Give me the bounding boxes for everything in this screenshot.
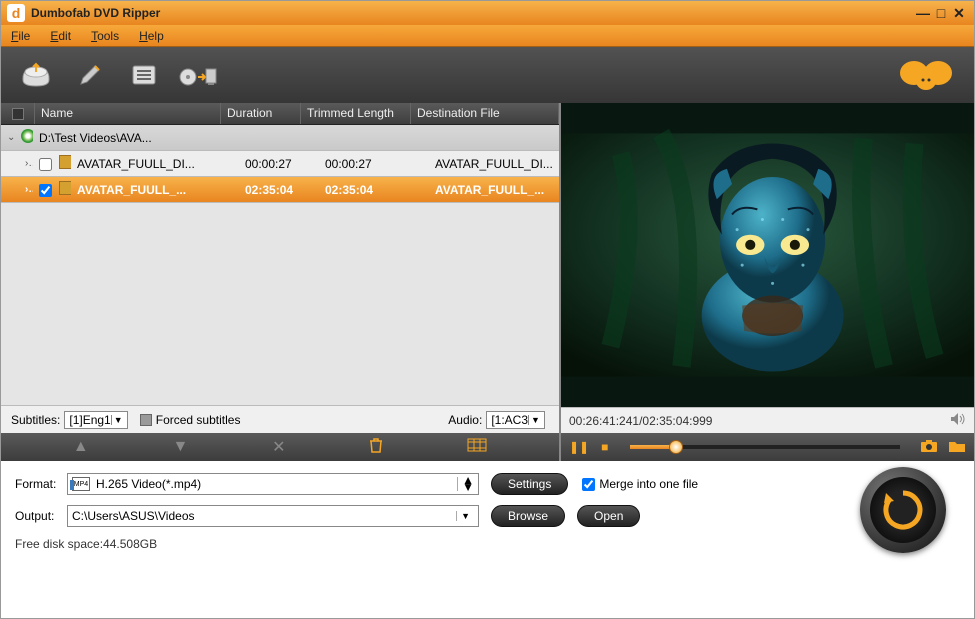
row-name: AVATAR_FUULL_... xyxy=(71,183,239,197)
format-value: H.265 Video(*.mp4) xyxy=(96,477,201,491)
format-dropdown[interactable]: MP4 H.265 Video(*.mp4) ▲▼ xyxy=(67,473,479,495)
format-label: Format: xyxy=(15,477,67,491)
preview-time-text: 00:26:41:241/02:35:04:999 xyxy=(569,414,712,428)
forced-subtitles-toggle[interactable]: Forced subtitles xyxy=(140,413,241,427)
subtitles-label: Subtitles: xyxy=(11,413,60,427)
format-row: Format: MP4 H.265 Video(*.mp4) ▲▼ Settin… xyxy=(15,473,960,495)
chevron-down-icon[interactable]: ▼ xyxy=(111,415,125,425)
header-checkbox-column[interactable] xyxy=(1,103,35,124)
output-path-field[interactable]: C:\Users\ASUS\Videos ▼ xyxy=(67,505,479,527)
row-destination: AVATAR_FUULL_... xyxy=(429,183,559,197)
player-controls: ❚❚ ■ xyxy=(561,433,974,461)
clear-button[interactable] xyxy=(369,437,383,458)
list-button[interactable] xyxy=(121,55,167,95)
menu-file[interactable]: File xyxy=(11,29,30,43)
seek-knob[interactable] xyxy=(669,440,683,454)
convert-button[interactable] xyxy=(860,467,946,553)
table-row-selected[interactable]: › AVATAR_FUULL_... 02:35:04 02:35:04 AVA… xyxy=(1,177,559,203)
free-disk-label: Free disk space:44.508GB xyxy=(15,537,960,551)
merge-checkbox[interactable] xyxy=(582,478,595,491)
video-preview[interactable] xyxy=(561,103,974,407)
title-icon xyxy=(53,155,71,172)
edit-button[interactable] xyxy=(67,55,113,95)
expand-icon[interactable]: › xyxy=(19,158,33,169)
collapse-icon[interactable]: ⌄ xyxy=(1,132,15,143)
disc-path: D:\Test Videos\AVA... xyxy=(33,131,549,145)
preview-time-bar: 00:26:41:241/02:35:04:999 xyxy=(561,407,974,433)
audio-dropdown[interactable]: [1:AC3 ▼ xyxy=(486,411,545,429)
subtitle-audio-bar: Subtitles: [1]Eng1 ▼ Forced subtitles Au… xyxy=(1,405,559,433)
menu-tools[interactable]: Tools xyxy=(91,29,119,43)
pause-button[interactable]: ❚❚ xyxy=(569,440,589,454)
row-destination: AVATAR_FUULL_DI... xyxy=(429,157,559,171)
preview-pane: 00:26:41:241/02:35:04:999 ❚❚ ■ xyxy=(561,103,974,461)
maximize-button[interactable]: □ xyxy=(932,5,950,21)
title-icon xyxy=(53,181,71,198)
mp4-icon: MP4 xyxy=(72,477,90,491)
header-duration[interactable]: Duration xyxy=(221,103,301,124)
audio-value: [1:AC3 xyxy=(491,413,528,427)
load-disc-button[interactable] xyxy=(13,55,59,95)
app-logo-icon: d xyxy=(7,4,25,22)
format-stepper[interactable]: ▲▼ xyxy=(457,477,474,491)
table-body: ⌄ D:\Test Videos\AVA... › AVATAR_FUULL_D… xyxy=(1,125,559,405)
list-action-bar: ▲ ▼ ✕ xyxy=(1,433,559,461)
audio-label: Audio: xyxy=(448,413,482,427)
table-row-disc[interactable]: ⌄ D:\Test Videos\AVA... xyxy=(1,125,559,151)
subtitles-dropdown[interactable]: [1]Eng1 ▼ xyxy=(64,411,127,429)
chevron-down-icon[interactable]: ▼ xyxy=(456,511,474,521)
table-header: Name Duration Trimmed Length Destination… xyxy=(1,103,559,125)
volume-icon[interactable] xyxy=(950,412,966,429)
table-row[interactable]: › AVATAR_FUULL_DI... 00:00:27 00:00:27 A… xyxy=(1,151,559,177)
close-button[interactable]: ✕ xyxy=(950,5,968,22)
stop-button[interactable]: ■ xyxy=(601,440,608,454)
dvd-icon xyxy=(15,129,33,146)
crop-button[interactable] xyxy=(467,438,487,457)
bottom-panel: Format: MP4 H.265 Video(*.mp4) ▲▼ Settin… xyxy=(1,461,974,594)
header-name[interactable]: Name xyxy=(35,103,221,124)
row-checkbox[interactable] xyxy=(33,156,53,170)
row-trimmed: 02:35:04 xyxy=(319,183,429,197)
row-trimmed: 00:00:27 xyxy=(319,157,429,171)
toolbar xyxy=(1,47,974,103)
output-value: C:\Users\ASUS\Videos xyxy=(72,509,195,523)
snapshot-folder-button[interactable] xyxy=(948,439,966,456)
subtitles-value: [1]Eng1 xyxy=(69,413,110,427)
menu-help[interactable]: Help xyxy=(139,29,164,43)
minimize-button[interactable]: — xyxy=(914,5,932,21)
file-list-pane: Name Duration Trimmed Length Destination… xyxy=(1,103,561,461)
title-bar: d Dumbofab DVD Ripper — □ ✕ xyxy=(1,1,974,25)
row-checkbox[interactable] xyxy=(33,182,53,196)
row-duration: 00:00:27 xyxy=(239,157,319,171)
window-title: Dumbofab DVD Ripper xyxy=(31,6,914,20)
open-button[interactable]: Open xyxy=(577,505,640,527)
row-name: AVATAR_FUULL_DI... xyxy=(71,157,239,171)
seek-slider[interactable] xyxy=(630,445,900,449)
move-up-button[interactable]: ▲ xyxy=(73,438,89,456)
merge-label: Merge into one file xyxy=(599,477,698,491)
settings-button[interactable]: Settings xyxy=(491,473,568,495)
browse-button[interactable]: Browse xyxy=(491,505,565,527)
menu-edit[interactable]: Edit xyxy=(50,29,71,43)
forced-checkbox[interactable] xyxy=(140,414,152,426)
header-trimmed[interactable]: Trimmed Length xyxy=(301,103,411,124)
forced-label: Forced subtitles xyxy=(156,413,241,427)
brand-logo-icon xyxy=(896,55,956,95)
menu-bar: File Edit Tools Help xyxy=(1,25,974,47)
convert-to-device-button[interactable] xyxy=(175,55,221,95)
chevron-down-icon[interactable]: ▼ xyxy=(528,415,542,425)
row-duration: 02:35:04 xyxy=(239,183,319,197)
output-label: Output: xyxy=(15,509,67,523)
remove-button[interactable]: ✕ xyxy=(272,437,285,457)
header-destination[interactable]: Destination File xyxy=(411,103,559,124)
output-row: Output: C:\Users\ASUS\Videos ▼ Browse Op… xyxy=(15,505,960,527)
main-area: Name Duration Trimmed Length Destination… xyxy=(1,103,974,461)
expand-icon[interactable]: › xyxy=(19,184,33,195)
move-down-button[interactable]: ▼ xyxy=(173,438,189,456)
snapshot-button[interactable] xyxy=(920,439,938,456)
merge-checkbox-row[interactable]: Merge into one file xyxy=(582,477,698,491)
